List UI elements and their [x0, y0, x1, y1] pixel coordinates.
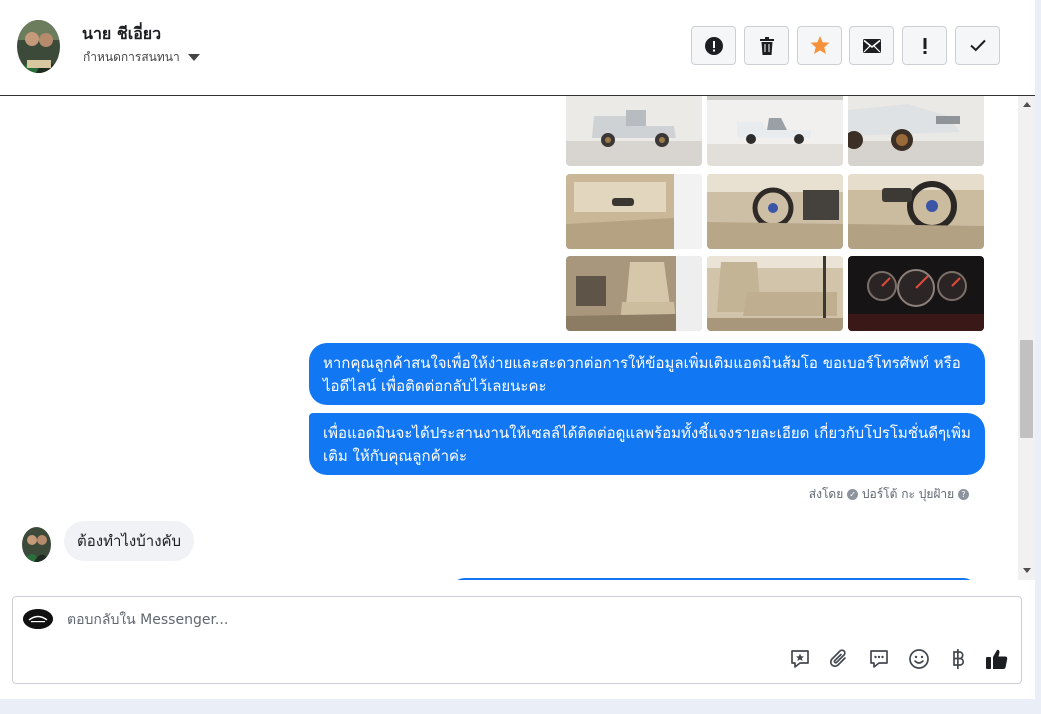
outgoing-message-partial[interactable] [450, 578, 978, 580]
car-photo-2[interactable] [707, 96, 843, 166]
check-badge-icon: ✓ [847, 489, 859, 500]
car-photo-9[interactable] [848, 256, 984, 331]
sent-by-label: ส่งโดย ✓ ปอร์โต้ กะ ปุยฝ้าย ? [809, 485, 969, 504]
contact-avatar[interactable] [17, 20, 60, 73]
incoming-message[interactable]: ต้องทำไงบ้างคับ [64, 521, 195, 561]
baht-payment-icon [953, 649, 965, 669]
car-photo-1[interactable] [566, 96, 702, 166]
incoming-sender-avatar[interactable] [22, 527, 51, 562]
alert-circle-icon [704, 36, 723, 55]
scrollbar-thumb[interactable] [1020, 340, 1033, 438]
conversation-panel: นาย ชีเอี่ยว กำหนดการสนทนา หากคุณลูกค้าส… [0, 0, 1035, 699]
message-scrollbar[interactable] [1018, 96, 1035, 580]
page-background-strip [0, 699, 1041, 714]
quick-reply-button[interactable] [867, 647, 891, 671]
mark-unread-button[interactable] [849, 26, 894, 65]
car-photo-8[interactable] [707, 256, 843, 331]
chat-bubble-icon [870, 650, 888, 668]
follow-up-button[interactable] [902, 26, 947, 65]
help-icon[interactable]: ? [958, 489, 969, 500]
payment-button[interactable] [946, 647, 970, 671]
outgoing-message-2[interactable]: เพื่อแอดมินจะได้ประสานงานให้เซลล์ได้ติดต… [309, 413, 985, 475]
star-button[interactable] [797, 26, 842, 65]
message-list: หากคุณลูกค้าสนใจเพื่อให้ง่ายและสะดวกต่อก… [0, 96, 1018, 580]
like-icon [986, 649, 1008, 669]
emoji-icon [909, 649, 929, 669]
reply-composer [12, 596, 1022, 684]
sent-by-name: ปอร์โต้ กะ ปุยฝ้าย [861, 487, 955, 501]
mark-done-button[interactable] [955, 26, 1000, 65]
mail-icon [862, 38, 881, 53]
caret-down-icon [187, 54, 200, 61]
saved-reply-button[interactable] [788, 647, 812, 671]
star-icon [810, 36, 829, 54]
conversation-header: นาย ชีเอี่ยว กำหนดการสนทนา [0, 0, 1035, 96]
car-photo-7[interactable] [566, 256, 702, 331]
sent-by-prefix: ส่งโดย [808, 487, 844, 501]
conversation-status-label: กำหนดการสนทนา [83, 50, 180, 64]
reply-input[interactable] [67, 609, 767, 631]
spam-button[interactable] [691, 26, 736, 65]
car-photo-6[interactable] [848, 174, 984, 249]
scroll-up-arrow-icon[interactable] [1023, 102, 1031, 107]
conversation-status-dropdown[interactable]: กำหนดการสนทนา [83, 48, 200, 67]
check-icon [969, 39, 986, 52]
car-photo-4[interactable] [566, 174, 702, 249]
page-logo-avatar [23, 609, 53, 629]
attach-button[interactable] [827, 647, 851, 671]
contact-name[interactable]: นาย ชีเอี่ยว [82, 22, 161, 47]
scroll-down-arrow-icon[interactable] [1023, 568, 1031, 573]
saved-reply-icon [791, 650, 809, 668]
exclamation-icon [923, 37, 926, 54]
trash-icon [759, 36, 774, 55]
outgoing-message-1[interactable]: หากคุณลูกค้าสนใจเพื่อให้ง่ายและสะดวกต่อก… [309, 343, 985, 405]
car-photo-3[interactable] [848, 96, 984, 166]
delete-button[interactable] [744, 26, 789, 65]
attachment-icon [829, 649, 846, 668]
car-photo-5[interactable] [707, 174, 843, 249]
emoji-button[interactable] [907, 647, 931, 671]
like-button[interactable] [985, 647, 1009, 671]
